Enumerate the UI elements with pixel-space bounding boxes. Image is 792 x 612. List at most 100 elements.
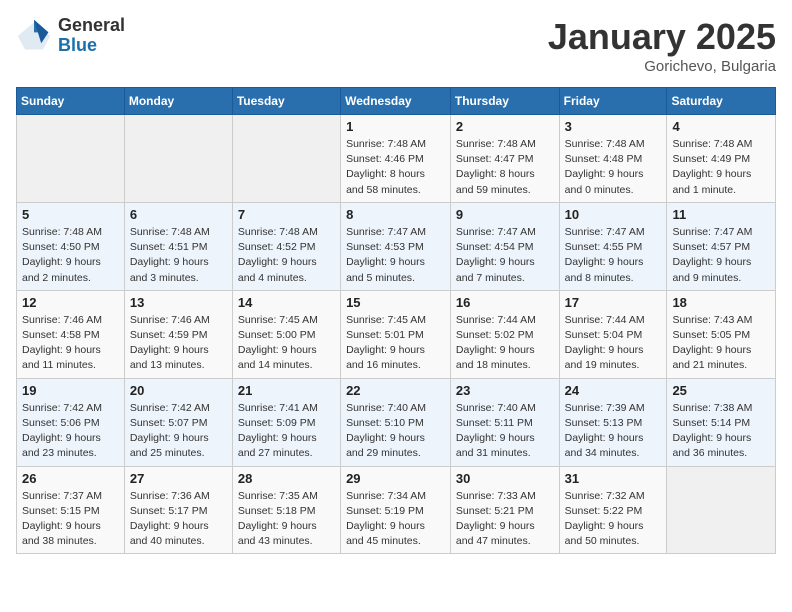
calendar-cell: 30Sunrise: 7:33 AMSunset: 5:21 PMDayligh… [450, 466, 559, 554]
cell-info: Sunrise: 7:34 AM [346, 489, 445, 504]
day-number: 23 [456, 383, 554, 398]
cell-info: Sunrise: 7:46 AM [130, 313, 227, 328]
cell-info: Daylight: 9 hours and 2 minutes. [22, 255, 119, 285]
cell-info: Sunset: 5:00 PM [238, 328, 335, 343]
cell-info: Daylight: 9 hours and 43 minutes. [238, 519, 335, 549]
cell-info: Sunset: 5:11 PM [456, 416, 554, 431]
logo-icon [16, 18, 52, 54]
header-day: Monday [124, 88, 232, 115]
cell-info: Sunset: 5:02 PM [456, 328, 554, 343]
calendar-cell: 2Sunrise: 7:48 AMSunset: 4:47 PMDaylight… [450, 115, 559, 203]
cell-info: Daylight: 9 hours and 7 minutes. [456, 255, 554, 285]
calendar-cell: 24Sunrise: 7:39 AMSunset: 5:13 PMDayligh… [559, 378, 667, 466]
cell-info: Sunset: 5:10 PM [346, 416, 445, 431]
calendar-cell: 25Sunrise: 7:38 AMSunset: 5:14 PMDayligh… [667, 378, 776, 466]
calendar-cell: 5Sunrise: 7:48 AMSunset: 4:50 PMDaylight… [17, 202, 125, 290]
cell-info: Daylight: 9 hours and 3 minutes. [130, 255, 227, 285]
cell-info: Sunset: 5:05 PM [672, 328, 770, 343]
cell-info: Sunrise: 7:33 AM [456, 489, 554, 504]
header-day: Friday [559, 88, 667, 115]
cell-info: Sunrise: 7:38 AM [672, 401, 770, 416]
header-day: Sunday [17, 88, 125, 115]
cell-info: Sunset: 5:09 PM [238, 416, 335, 431]
day-number: 14 [238, 295, 335, 310]
day-number: 7 [238, 207, 335, 222]
day-number: 30 [456, 471, 554, 486]
cell-info: Sunset: 4:58 PM [22, 328, 119, 343]
cell-info: Sunset: 5:22 PM [565, 504, 662, 519]
calendar-cell: 28Sunrise: 7:35 AMSunset: 5:18 PMDayligh… [232, 466, 340, 554]
cell-info: Sunset: 4:57 PM [672, 240, 770, 255]
cell-info: Sunset: 4:52 PM [238, 240, 335, 255]
cell-info: Sunset: 4:49 PM [672, 152, 770, 167]
cell-info: Sunrise: 7:48 AM [672, 137, 770, 152]
cell-info: Sunset: 5:21 PM [456, 504, 554, 519]
cell-info: Sunrise: 7:47 AM [565, 225, 662, 240]
logo-blue: Blue [58, 36, 125, 56]
cell-info: Sunrise: 7:48 AM [130, 225, 227, 240]
calendar-cell: 23Sunrise: 7:40 AMSunset: 5:11 PMDayligh… [450, 378, 559, 466]
calendar-cell [17, 115, 125, 203]
cell-info: Sunrise: 7:48 AM [238, 225, 335, 240]
day-number: 22 [346, 383, 445, 398]
day-number: 12 [22, 295, 119, 310]
cell-info: Sunrise: 7:47 AM [672, 225, 770, 240]
day-number: 15 [346, 295, 445, 310]
calendar-cell: 27Sunrise: 7:36 AMSunset: 5:17 PMDayligh… [124, 466, 232, 554]
cell-info: Daylight: 8 hours and 59 minutes. [456, 167, 554, 197]
day-number: 1 [346, 119, 445, 134]
calendar-cell: 14Sunrise: 7:45 AMSunset: 5:00 PMDayligh… [232, 290, 340, 378]
calendar-cell: 18Sunrise: 7:43 AMSunset: 5:05 PMDayligh… [667, 290, 776, 378]
day-number: 29 [346, 471, 445, 486]
calendar-cell: 29Sunrise: 7:34 AMSunset: 5:19 PMDayligh… [341, 466, 451, 554]
day-number: 21 [238, 383, 335, 398]
cell-info: Daylight: 8 hours and 58 minutes. [346, 167, 445, 197]
calendar-cell: 13Sunrise: 7:46 AMSunset: 4:59 PMDayligh… [124, 290, 232, 378]
calendar-cell: 16Sunrise: 7:44 AMSunset: 5:02 PMDayligh… [450, 290, 559, 378]
cell-info: Daylight: 9 hours and 11 minutes. [22, 343, 119, 373]
day-number: 5 [22, 207, 119, 222]
cell-info: Sunset: 4:46 PM [346, 152, 445, 167]
cell-info: Sunrise: 7:48 AM [22, 225, 119, 240]
calendar-cell: 20Sunrise: 7:42 AMSunset: 5:07 PMDayligh… [124, 378, 232, 466]
day-number: 9 [456, 207, 554, 222]
cell-info: Daylight: 9 hours and 36 minutes. [672, 431, 770, 461]
calendar-cell: 21Sunrise: 7:41 AMSunset: 5:09 PMDayligh… [232, 378, 340, 466]
day-number: 20 [130, 383, 227, 398]
day-number: 28 [238, 471, 335, 486]
calendar-cell: 11Sunrise: 7:47 AMSunset: 4:57 PMDayligh… [667, 202, 776, 290]
cell-info: Sunset: 4:48 PM [565, 152, 662, 167]
day-number: 31 [565, 471, 662, 486]
cell-info: Sunrise: 7:42 AM [130, 401, 227, 416]
cell-info: Daylight: 9 hours and 25 minutes. [130, 431, 227, 461]
cell-info: Daylight: 9 hours and 31 minutes. [456, 431, 554, 461]
day-number: 19 [22, 383, 119, 398]
cell-info: Daylight: 9 hours and 50 minutes. [565, 519, 662, 549]
day-number: 8 [346, 207, 445, 222]
month-title: January 2025 [548, 16, 776, 58]
calendar-cell: 1Sunrise: 7:48 AMSunset: 4:46 PMDaylight… [341, 115, 451, 203]
cell-info: Daylight: 9 hours and 4 minutes. [238, 255, 335, 285]
day-number: 24 [565, 383, 662, 398]
cell-info: Sunrise: 7:44 AM [456, 313, 554, 328]
cell-info: Sunset: 5:17 PM [130, 504, 227, 519]
header-day: Tuesday [232, 88, 340, 115]
day-number: 6 [130, 207, 227, 222]
day-number: 17 [565, 295, 662, 310]
day-number: 3 [565, 119, 662, 134]
cell-info: Sunset: 4:59 PM [130, 328, 227, 343]
cell-info: Daylight: 9 hours and 1 minute. [672, 167, 770, 197]
calendar-cell: 10Sunrise: 7:47 AMSunset: 4:55 PMDayligh… [559, 202, 667, 290]
day-number: 26 [22, 471, 119, 486]
cell-info: Sunrise: 7:42 AM [22, 401, 119, 416]
cell-info: Sunrise: 7:39 AM [565, 401, 662, 416]
cell-info: Sunrise: 7:40 AM [346, 401, 445, 416]
title-block: January 2025 Gorichevo, Bulgaria [548, 16, 776, 75]
header-row: SundayMondayTuesdayWednesdayThursdayFrid… [17, 88, 776, 115]
logo-general: General [58, 16, 125, 36]
cell-info: Sunset: 4:53 PM [346, 240, 445, 255]
cell-info: Daylight: 9 hours and 18 minutes. [456, 343, 554, 373]
cell-info: Daylight: 9 hours and 23 minutes. [22, 431, 119, 461]
day-number: 13 [130, 295, 227, 310]
cell-info: Sunset: 4:51 PM [130, 240, 227, 255]
